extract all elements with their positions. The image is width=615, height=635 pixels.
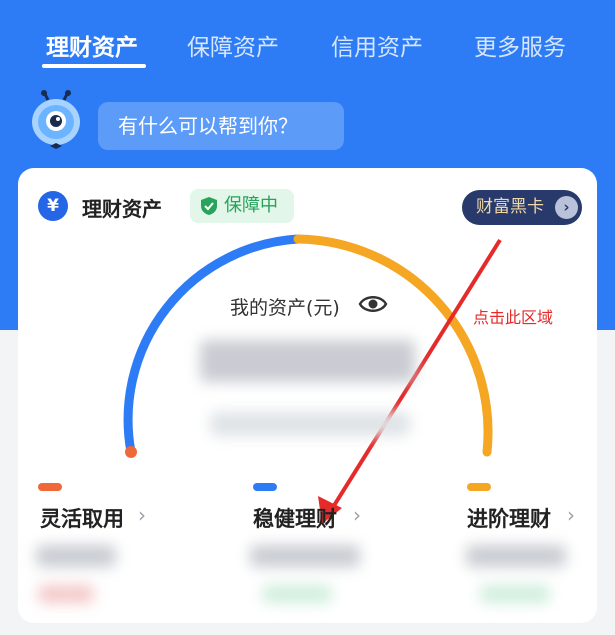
yuan-icon: ¥ (38, 191, 68, 221)
protection-status-badge: 保障中 (190, 189, 294, 223)
chevron-right-icon: › (555, 196, 578, 219)
tab-bar: 理财资产 保障资产 信用资产 更多服务 (0, 0, 615, 80)
category-flexible-use[interactable]: 灵活取用 (40, 503, 124, 533)
stable-dot (253, 483, 277, 491)
advanced-amount-blurred (466, 545, 566, 567)
tab-credit-assets[interactable]: 信用资产 (331, 28, 423, 62)
total-assets-amount-blurred (200, 340, 415, 382)
category-advanced-wealth[interactable]: 进阶理财 (467, 503, 551, 533)
advanced-earnings-blurred (480, 585, 550, 603)
advanced-dot (467, 483, 491, 491)
flexible-amount-blurred (36, 545, 116, 567)
wealth-black-card-button[interactable]: 财富黑卡 › (462, 190, 582, 225)
daily-earnings-blurred (210, 412, 410, 436)
robot-mascot-icon[interactable] (26, 90, 86, 152)
active-tab-indicator (42, 64, 146, 68)
badge-label: 保障中 (224, 195, 278, 216)
category-stable-wealth[interactable]: 稳健理财 (253, 503, 337, 533)
flexible-earnings-blurred (38, 585, 94, 603)
chevron-right-icon: › (567, 503, 575, 527)
tab-more-services[interactable]: 更多服务 (474, 28, 566, 62)
stable-amount-blurred (250, 545, 360, 567)
card-title: 理财资产 (82, 197, 162, 221)
tab-insurance-assets[interactable]: 保障资产 (187, 28, 279, 62)
vip-label: 财富黑卡 (476, 197, 544, 217)
flexible-dot (38, 483, 62, 491)
tab-wealth-assets[interactable]: 理财资产 (46, 28, 138, 62)
my-assets-label: 我的资产(元) (230, 297, 340, 319)
shield-check-icon (201, 197, 217, 215)
chevron-right-icon: › (138, 503, 146, 527)
chevron-right-icon: › (353, 503, 361, 527)
eye-icon[interactable] (358, 291, 388, 317)
stable-earnings-blurred (262, 585, 332, 603)
annotation-label: 点击此区域 (473, 308, 554, 327)
assistant-prompt-bubble[interactable]: 有什么可以帮到你？ (98, 102, 344, 150)
